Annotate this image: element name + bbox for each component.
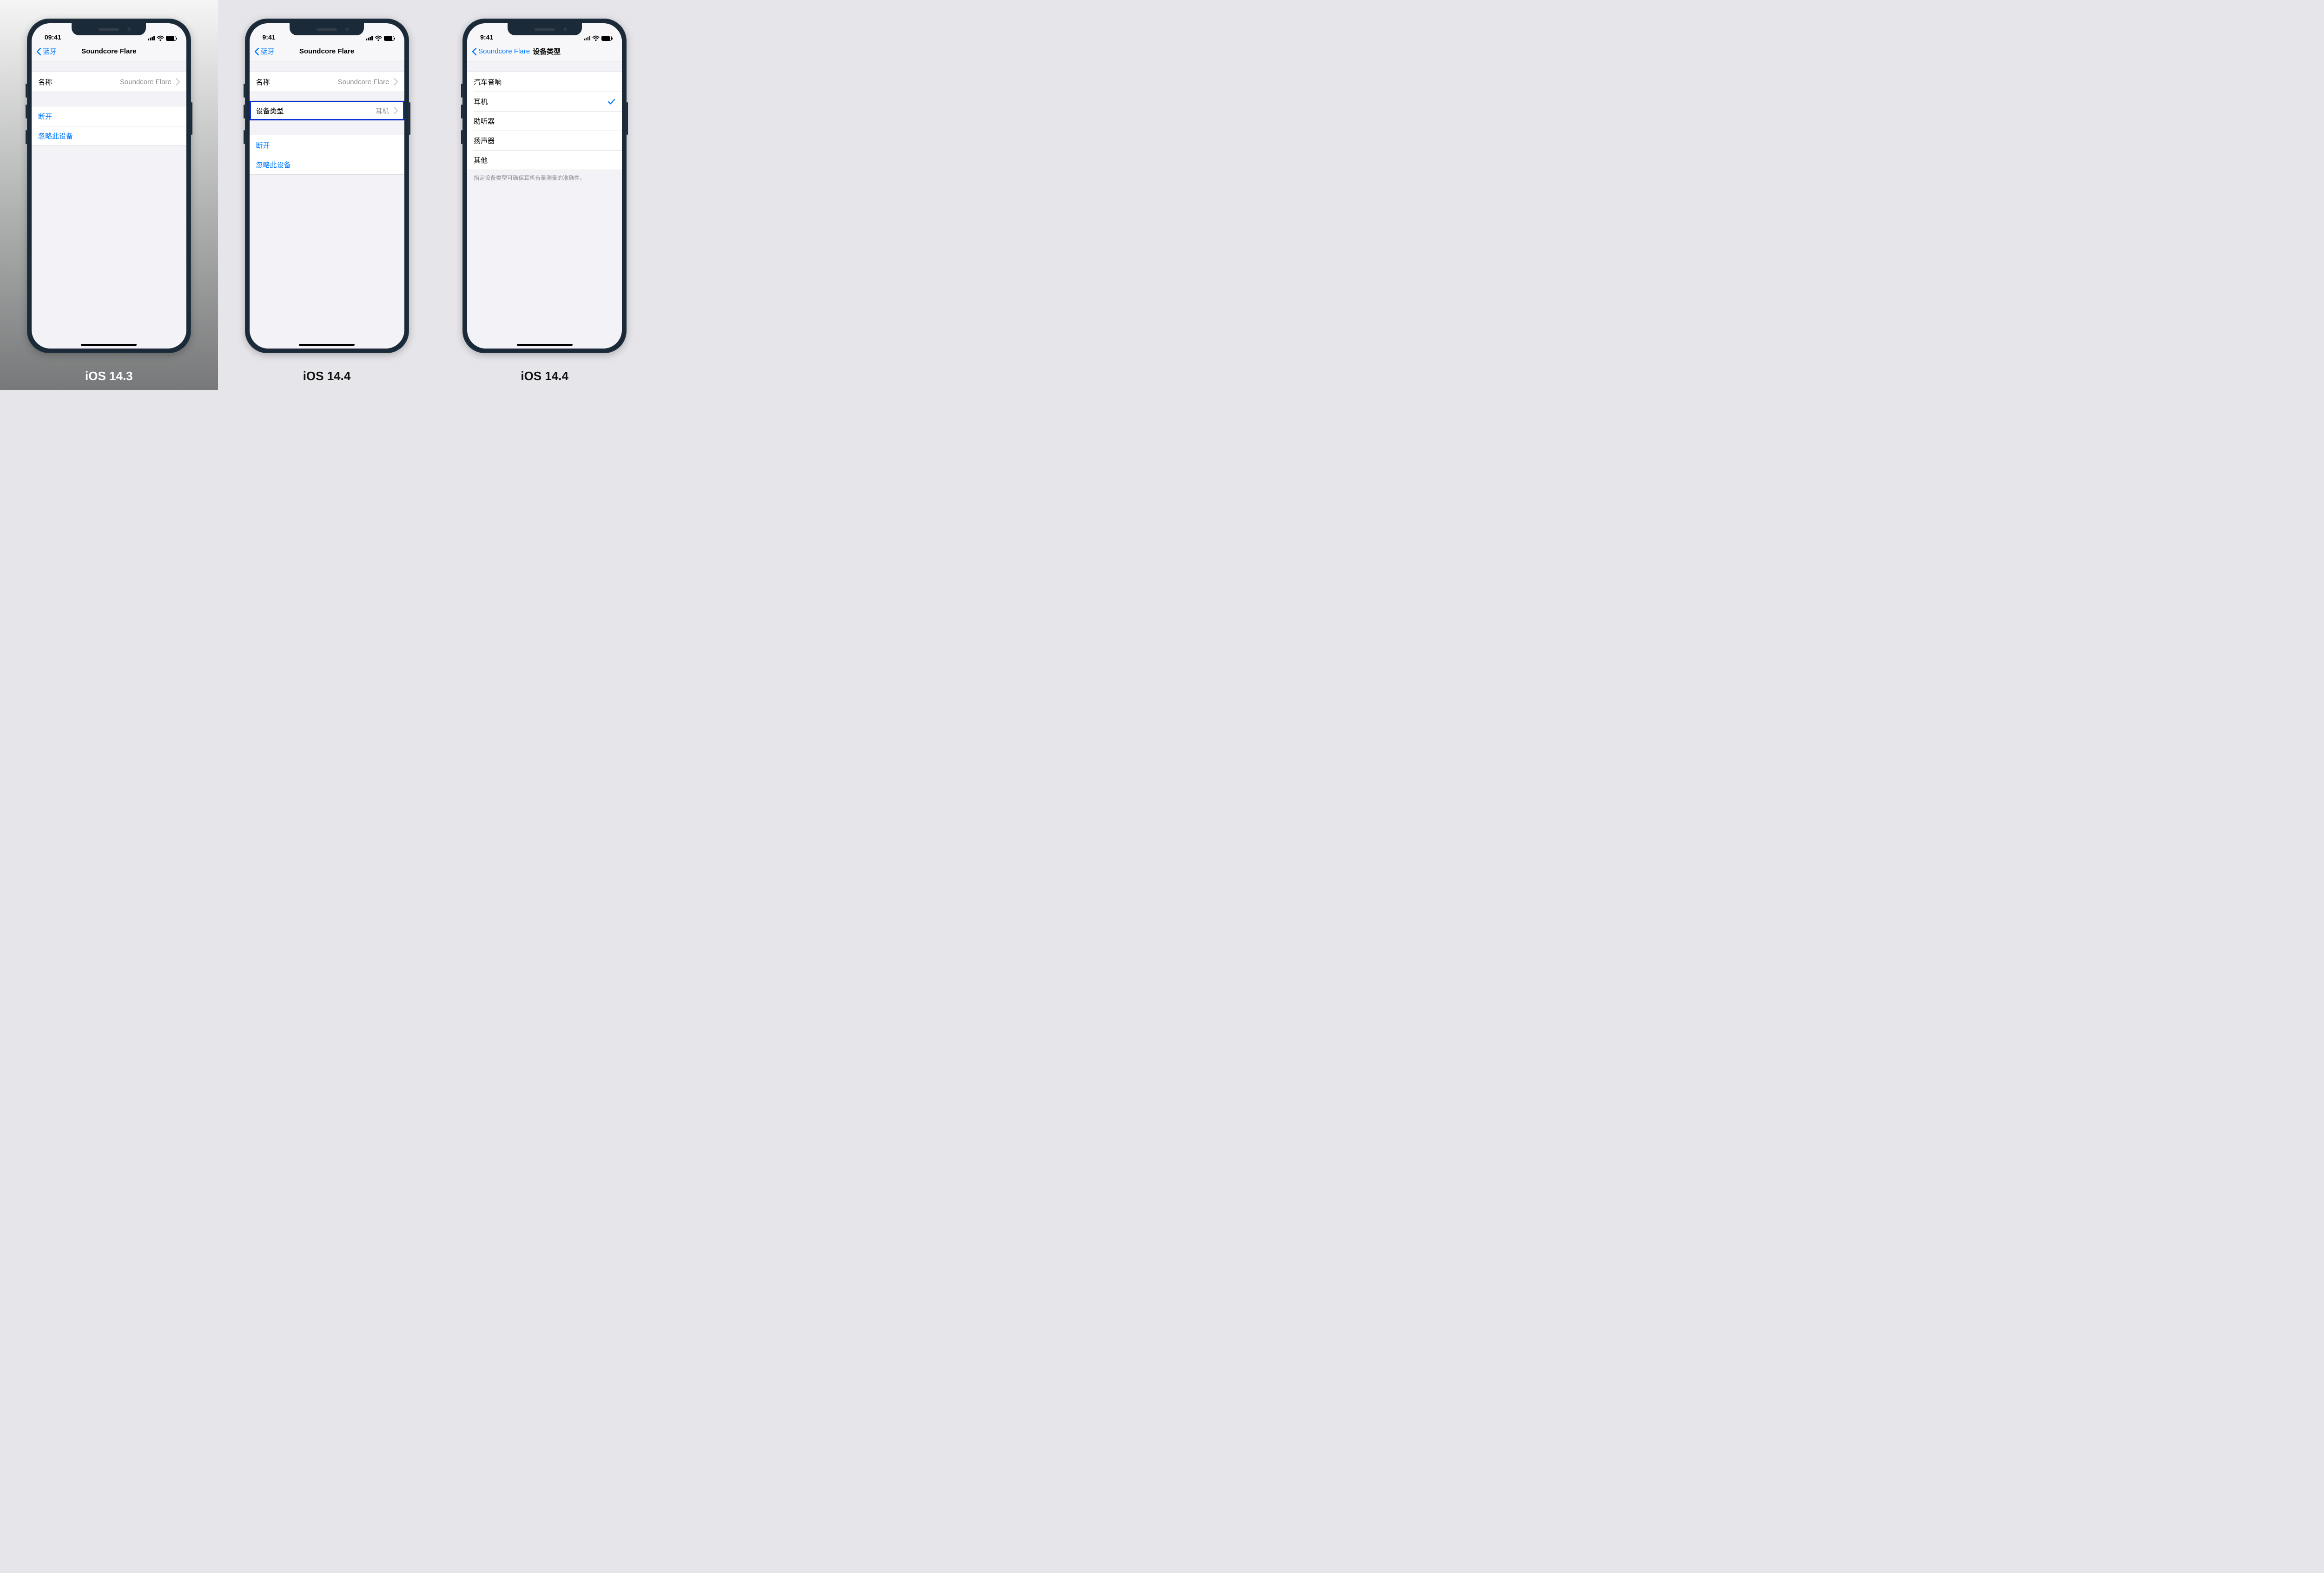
row-name-label: 名称	[38, 77, 52, 87]
nav-title: 设备类型	[533, 46, 561, 56]
option-car-stereo[interactable]: 汽车音响	[467, 72, 622, 92]
forget-label: 忽略此设备	[38, 131, 73, 141]
phone-frame: 9:41 蓝牙 Soundcore Flare 名称	[245, 19, 409, 353]
notch	[508, 23, 582, 35]
option-hearing-aid[interactable]: 助听器	[467, 111, 622, 131]
group-name: 名称 Soundcore Flare	[32, 72, 186, 92]
settings-content: 名称 Soundcore Flare 设备类型 耳机	[250, 61, 404, 349]
cellular-icon	[366, 36, 373, 40]
chevron-right-icon	[392, 106, 398, 115]
forget-label: 忽略此设备	[256, 160, 291, 170]
check-icon	[607, 98, 615, 105]
device-type-value: 耳机	[375, 106, 389, 116]
chevron-right-icon	[174, 78, 180, 86]
chevron-left-icon	[471, 47, 477, 56]
row-device-type[interactable]: 设备类型 耳机	[250, 101, 404, 120]
option-headphone[interactable]: 耳机	[467, 92, 622, 111]
row-name-label: 名称	[256, 77, 270, 87]
back-label: Soundcore Flare	[478, 47, 530, 55]
option-label: 助听器	[474, 116, 495, 126]
disconnect-label: 断开	[256, 140, 270, 150]
chevron-right-icon	[392, 78, 398, 86]
group-device-type: 设备类型 耳机	[250, 100, 404, 121]
panel-ios-14-4-detail: 9:41 蓝牙 Soundcore Flare 名称	[218, 0, 436, 390]
wifi-icon	[375, 35, 382, 41]
row-name[interactable]: 名称 Soundcore Flare	[32, 72, 186, 92]
back-button[interactable]: 蓝牙	[35, 46, 57, 56]
device-type-label: 设备类型	[256, 106, 284, 116]
option-label: 扬声器	[474, 136, 495, 145]
nav-bar: Soundcore Flare 设备类型	[467, 42, 622, 61]
home-indicator	[517, 344, 573, 346]
chevron-left-icon	[35, 47, 42, 56]
status-time: 9:41	[263, 33, 276, 41]
battery-icon	[601, 36, 612, 41]
nav-bar: 蓝牙 Soundcore Flare	[250, 42, 404, 61]
back-label: 蓝牙	[261, 46, 275, 56]
group-device-type-options: 汽车音响 耳机 助听器 扬声器 其他	[467, 72, 622, 170]
row-name-value: Soundcore Flare	[120, 78, 172, 86]
status-time: 9:41	[480, 33, 493, 41]
row-name-value: Soundcore Flare	[338, 78, 390, 86]
settings-content: 名称 Soundcore Flare 断开 忽略此设备	[32, 61, 186, 349]
home-indicator	[81, 344, 137, 346]
panel-caption: iOS 14.4	[436, 369, 654, 383]
phone-frame: 09:41 蓝牙 Soundcore Flare 名称	[27, 19, 191, 353]
row-forget-device[interactable]: 忽略此设备	[250, 155, 404, 174]
back-label: 蓝牙	[43, 46, 57, 56]
status-time: 09:41	[45, 33, 61, 41]
wifi-icon	[157, 35, 164, 41]
notch	[72, 23, 146, 35]
option-other[interactable]: 其他	[467, 150, 622, 170]
panel-caption: iOS 14.3	[0, 369, 218, 383]
row-forget-device[interactable]: 忽略此设备	[32, 126, 186, 145]
panel-caption: iOS 14.4	[218, 369, 436, 383]
back-button[interactable]: 蓝牙	[253, 46, 275, 56]
disconnect-label: 断开	[38, 112, 52, 121]
group-name: 名称 Soundcore Flare	[250, 72, 404, 92]
cellular-icon	[148, 36, 155, 40]
footer-note: 指定设备类型可确保耳机音量测量的准确性。	[467, 170, 622, 182]
battery-icon	[384, 36, 394, 41]
group-actions: 断开 忽略此设备	[250, 135, 404, 175]
nav-bar: 蓝牙 Soundcore Flare	[32, 42, 186, 61]
phone-screen: 09:41 蓝牙 Soundcore Flare 名称	[32, 23, 186, 349]
phone-screen: 9:41 蓝牙 Soundcore Flare 名称	[250, 23, 404, 349]
panel-ios-14-3: 09:41 蓝牙 Soundcore Flare 名称	[0, 0, 218, 390]
cellular-icon	[584, 36, 591, 40]
option-label: 汽车音响	[474, 77, 502, 87]
group-actions: 断开 忽略此设备	[32, 106, 186, 146]
row-name[interactable]: 名称 Soundcore Flare	[250, 72, 404, 92]
phone-screen: 9:41 Soundcore Flare 设备类型 汽车音响	[467, 23, 622, 349]
battery-icon	[166, 36, 176, 41]
back-button[interactable]: Soundcore Flare	[471, 47, 530, 56]
panel-ios-14-4-type: 9:41 Soundcore Flare 设备类型 汽车音响	[436, 0, 654, 390]
phone-frame: 9:41 Soundcore Flare 设备类型 汽车音响	[462, 19, 627, 353]
home-indicator	[299, 344, 355, 346]
notch	[290, 23, 364, 35]
option-label: 其他	[474, 155, 488, 165]
settings-content: 汽车音响 耳机 助听器 扬声器 其他 指定设备	[467, 61, 622, 349]
option-speaker[interactable]: 扬声器	[467, 131, 622, 150]
option-label: 耳机	[474, 97, 488, 106]
wifi-icon	[592, 35, 600, 41]
chevron-left-icon	[253, 47, 260, 56]
row-disconnect[interactable]: 断开	[250, 135, 404, 155]
row-disconnect[interactable]: 断开	[32, 106, 186, 126]
